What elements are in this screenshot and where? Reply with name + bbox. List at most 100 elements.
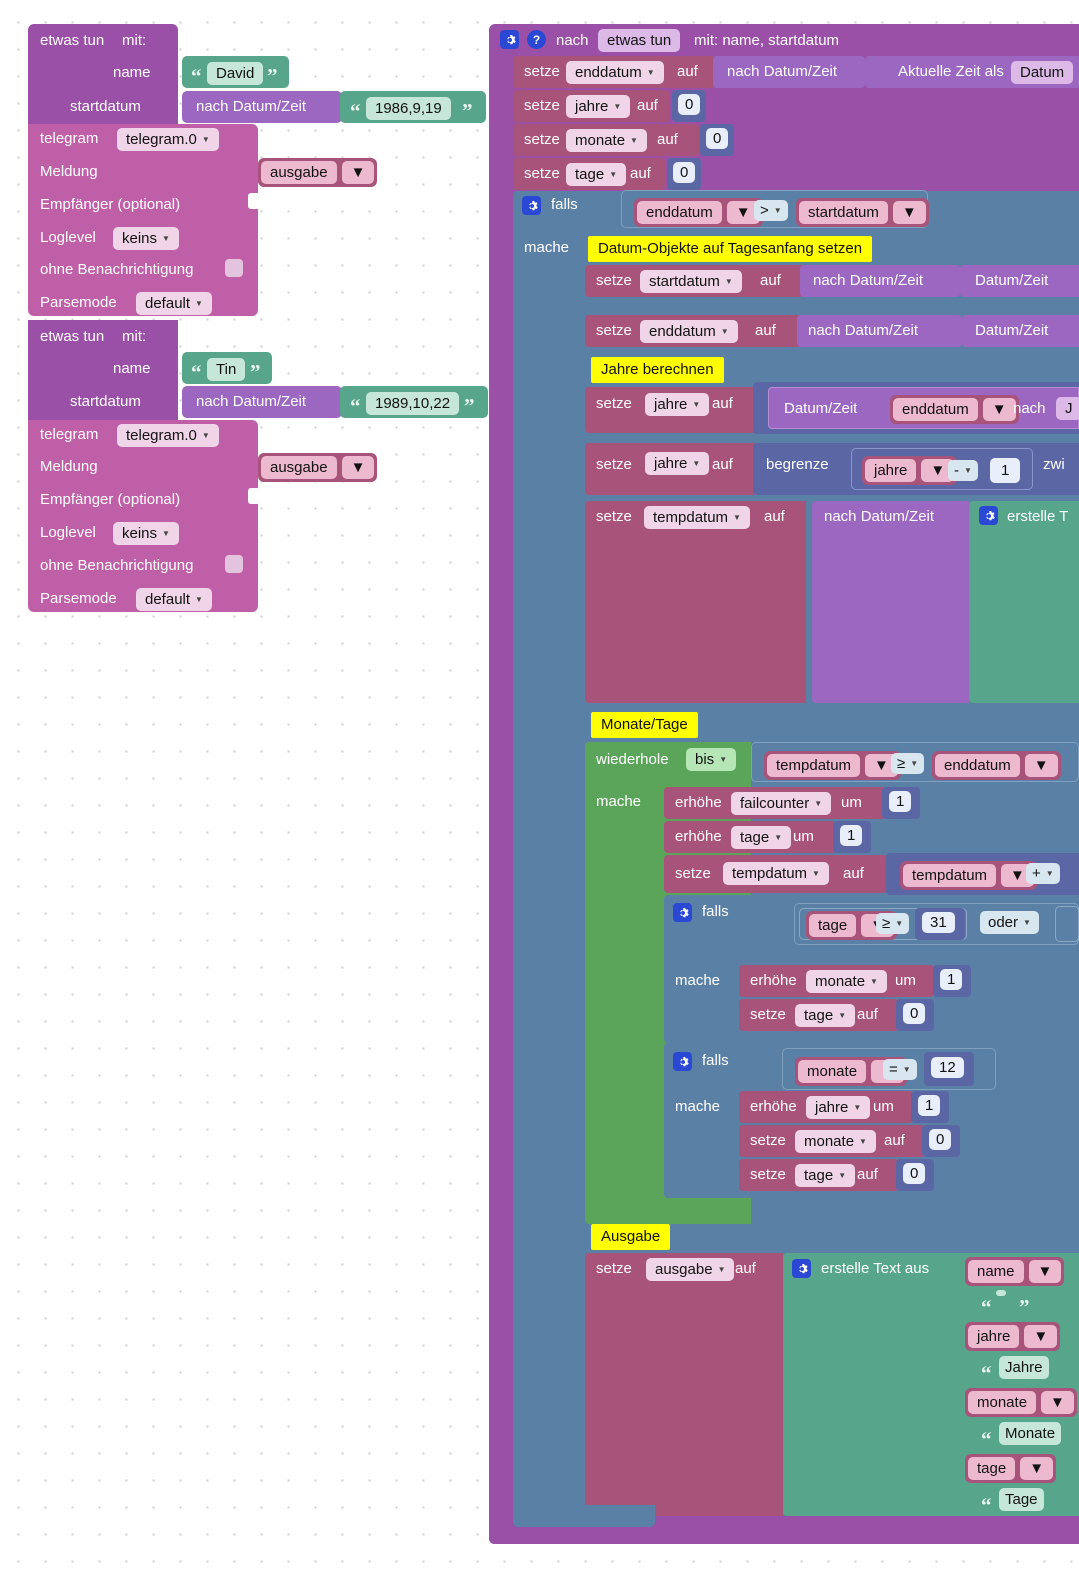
call-1-startdatum-value[interactable]: 1986,9,19 (366, 97, 451, 120)
if-inner-1-mutator-gear-icon[interactable] (673, 903, 692, 922)
tempdatum-add-operator[interactable]: + ▼ (1026, 863, 1060, 884)
telegram-1-loglevel-value[interactable]: keins ▼ (113, 227, 179, 250)
if-inner-1-joiner[interactable]: oder ▼ (980, 911, 1039, 934)
stmt-setze-startdatum-variable[interactable]: startdatum ▼ (640, 270, 742, 293)
num-value-tage-inc[interactable]: 1 (840, 825, 863, 846)
num-value-monate-0[interactable]: 0 (929, 1129, 952, 1150)
if-inner-1-second-compare[interactable] (1055, 906, 1079, 942)
stmt-setze-monate-variable[interactable]: monate ▼ (566, 129, 647, 152)
loop-operator[interactable]: ≥ ▼ (891, 753, 925, 774)
ausgabe-item-monate[interactable]: monate ▼ (965, 1388, 1077, 1417)
if-inner-2-operator[interactable]: = ▼ (883, 1059, 917, 1080)
stmt-setze-tage-variable[interactable]: tage ▼ (566, 163, 627, 186)
num-value-monate-inc[interactable]: 1 (940, 969, 963, 990)
telegram-2-message-value[interactable]: ausgabe ▼ (258, 453, 378, 482)
begrenze-variable[interactable]: jahre ▼ (862, 456, 958, 485)
stmt-setze-jahre-variable[interactable]: jahre ▼ (566, 95, 631, 118)
telegram-1-instance-value[interactable]: telegram.0 ▼ (117, 128, 219, 151)
if-inner-2-mutator-gear-icon[interactable] (673, 1052, 692, 1071)
call-2-name-value[interactable]: Tin (207, 358, 246, 381)
stmt-erhoehe-failcounter-variable[interactable]: failcounter ▼ (731, 792, 832, 815)
stmt-setze-tempdatum-2-to: auf (843, 865, 864, 882)
stmt-setze-tage-0-variable[interactable]: tage ▼ (795, 1004, 856, 1027)
ausgabe-item-monate-text[interactable]: Monate (999, 1422, 1062, 1445)
call-1-name-value[interactable]: David (207, 62, 264, 85)
telegram-block-1[interactable] (28, 124, 258, 316)
stmt-setze-tage-0-keyword: setze (750, 1006, 786, 1023)
stmt-erhoehe-tage-variable[interactable]: tage ▼ (731, 826, 792, 849)
if-inner-1-operator[interactable]: ≥ ▼ (876, 913, 910, 934)
num-value-jahre-inc[interactable]: 1 (918, 1095, 941, 1116)
if-inner-1-number[interactable]: 31 (922, 912, 955, 933)
stmt-setze-ausgabe[interactable] (585, 1253, 783, 1516)
if-outer-right-operand[interactable]: startdatum ▼ (796, 198, 929, 227)
tempdatum-converter-block[interactable] (812, 501, 969, 703)
if-outer-left-operand[interactable]: enddatum ▼ (634, 198, 763, 227)
ausgabe-mutator-gear-icon[interactable] (792, 1259, 811, 1278)
stmt-setze-enddatum-2-variable[interactable]: enddatum ▼ (640, 320, 738, 343)
num-value-tage-0b[interactable]: 0 (903, 1163, 926, 1184)
procedure-name-field[interactable]: etwas tun (598, 29, 681, 52)
stmt-setze-enddatum-variable[interactable]: enddatum ▼ (566, 61, 664, 84)
stmt-setze-tempdatum-variable[interactable]: tempdatum ▼ (644, 506, 750, 529)
if-outer-operator[interactable]: > ▼ (754, 200, 788, 221)
num-value-jahre[interactable]: 0 (678, 94, 701, 115)
ausgabe-item-name[interactable]: name ▼ (965, 1257, 1065, 1286)
create-text-mutator-gear-icon[interactable] (979, 506, 998, 525)
jahre-expr-variable[interactable]: enddatum ▼ (890, 395, 1019, 424)
ausgabe-item-jahre[interactable]: jahre ▼ (965, 1322, 1061, 1351)
telegram-1-silent-checkbox[interactable] (225, 259, 243, 277)
stmt-setze-tage-keyword: setze (524, 165, 560, 182)
loop-mode-field[interactable]: bis ▼ (686, 748, 737, 771)
telegram-block-2[interactable] (28, 420, 258, 612)
telegram-1-message-value[interactable]: ausgabe ▼ (258, 158, 378, 187)
telegram-2-silent-checkbox[interactable] (225, 555, 243, 573)
begrenze-operator[interactable]: - ▼ (948, 460, 978, 481)
call-2-startdatum-value[interactable]: 1989,10,22 (366, 392, 460, 415)
procedure-mutator-gear-icon[interactable] (500, 30, 519, 49)
telegram-2-parsemode-value[interactable]: default ▼ (136, 588, 212, 611)
tempdatum-add-left[interactable]: tempdatum ▼ (900, 861, 1037, 890)
num-value-monate[interactable]: 0 (706, 128, 729, 149)
stmt-setze-jahre-3-variable[interactable]: jahre ▼ (645, 452, 710, 475)
call-1-header-with: mit: (122, 32, 147, 49)
telegram-1-parsemode-value[interactable]: default ▼ (136, 292, 212, 315)
if-inner-2-number[interactable]: 12 (931, 1057, 964, 1078)
telegram-1-recipient-socket[interactable] (248, 193, 260, 209)
telegram-2-loglevel-value[interactable]: keins ▼ (113, 522, 179, 545)
num-value-tage-0[interactable]: 0 (903, 1003, 926, 1024)
telegram-2-recipient-socket[interactable] (248, 488, 260, 504)
loop-left-operand[interactable]: tempdatum ▼ (764, 751, 901, 780)
stmt-erhoehe-jahre-variable[interactable]: jahre ▼ (806, 1096, 871, 1119)
telegram-2-loglevel-label: Loglevel (40, 524, 96, 541)
quote-close-icon: ” (267, 64, 278, 88)
ausgabe-item-jahre-text[interactable]: Jahre (999, 1356, 1049, 1379)
stmt-setze-monate-0-variable[interactable]: monate ▼ (795, 1130, 876, 1153)
aktuelle-zeit-format-field[interactable]: Datum (1011, 61, 1074, 84)
procedure-help-icon[interactable]: ? (527, 30, 546, 49)
tempdatum-create-text-block[interactable] (969, 501, 1079, 703)
num-value-tage[interactable]: 0 (673, 162, 696, 183)
ausgabe-item-tage[interactable]: tage ▼ (965, 1454, 1057, 1483)
stmt-setze-jahre-2-variable[interactable]: jahre ▼ (645, 393, 710, 416)
stmt-setze-ausgabe-variable[interactable]: ausgabe ▼ (646, 1258, 735, 1281)
stmt-setze-tage-0b-variable[interactable]: tage ▼ (795, 1164, 856, 1187)
quote-close-icon: ” (462, 99, 473, 123)
if-inner-2-do-label: mache (675, 1098, 721, 1115)
telegram-2-instance-value[interactable]: telegram.0 ▼ (117, 424, 219, 447)
ausgabe-item-space-value[interactable] (996, 1290, 1006, 1296)
loop-right-operand[interactable]: enddatum ▼ (932, 751, 1061, 780)
chevron-down-icon: ▼ (201, 135, 210, 144)
stmt-setze-jahre-3-to: auf (712, 456, 733, 473)
stmt-erhoehe-monate-variable[interactable]: monate ▼ (806, 970, 887, 993)
stmt-setze-tempdatum[interactable] (585, 501, 806, 703)
telegram-1-silent-label: ohne Benachrichtigung (40, 261, 194, 278)
ausgabe-item-tage-text[interactable]: Tage (999, 1488, 1044, 1511)
stmt-setze-tempdatum-2-variable[interactable]: tempdatum ▼ (723, 862, 829, 885)
quote-open-icon: “ (981, 1295, 992, 1319)
begrenze-number[interactable]: 1 (990, 458, 1021, 483)
if-outer-mutator-gear-icon[interactable] (522, 196, 541, 215)
num-value-failcounter[interactable]: 1 (889, 791, 912, 812)
stmt-setze-tage-to: auf (630, 165, 651, 182)
jahre-expr-tail-field[interactable]: J (1056, 397, 1079, 420)
